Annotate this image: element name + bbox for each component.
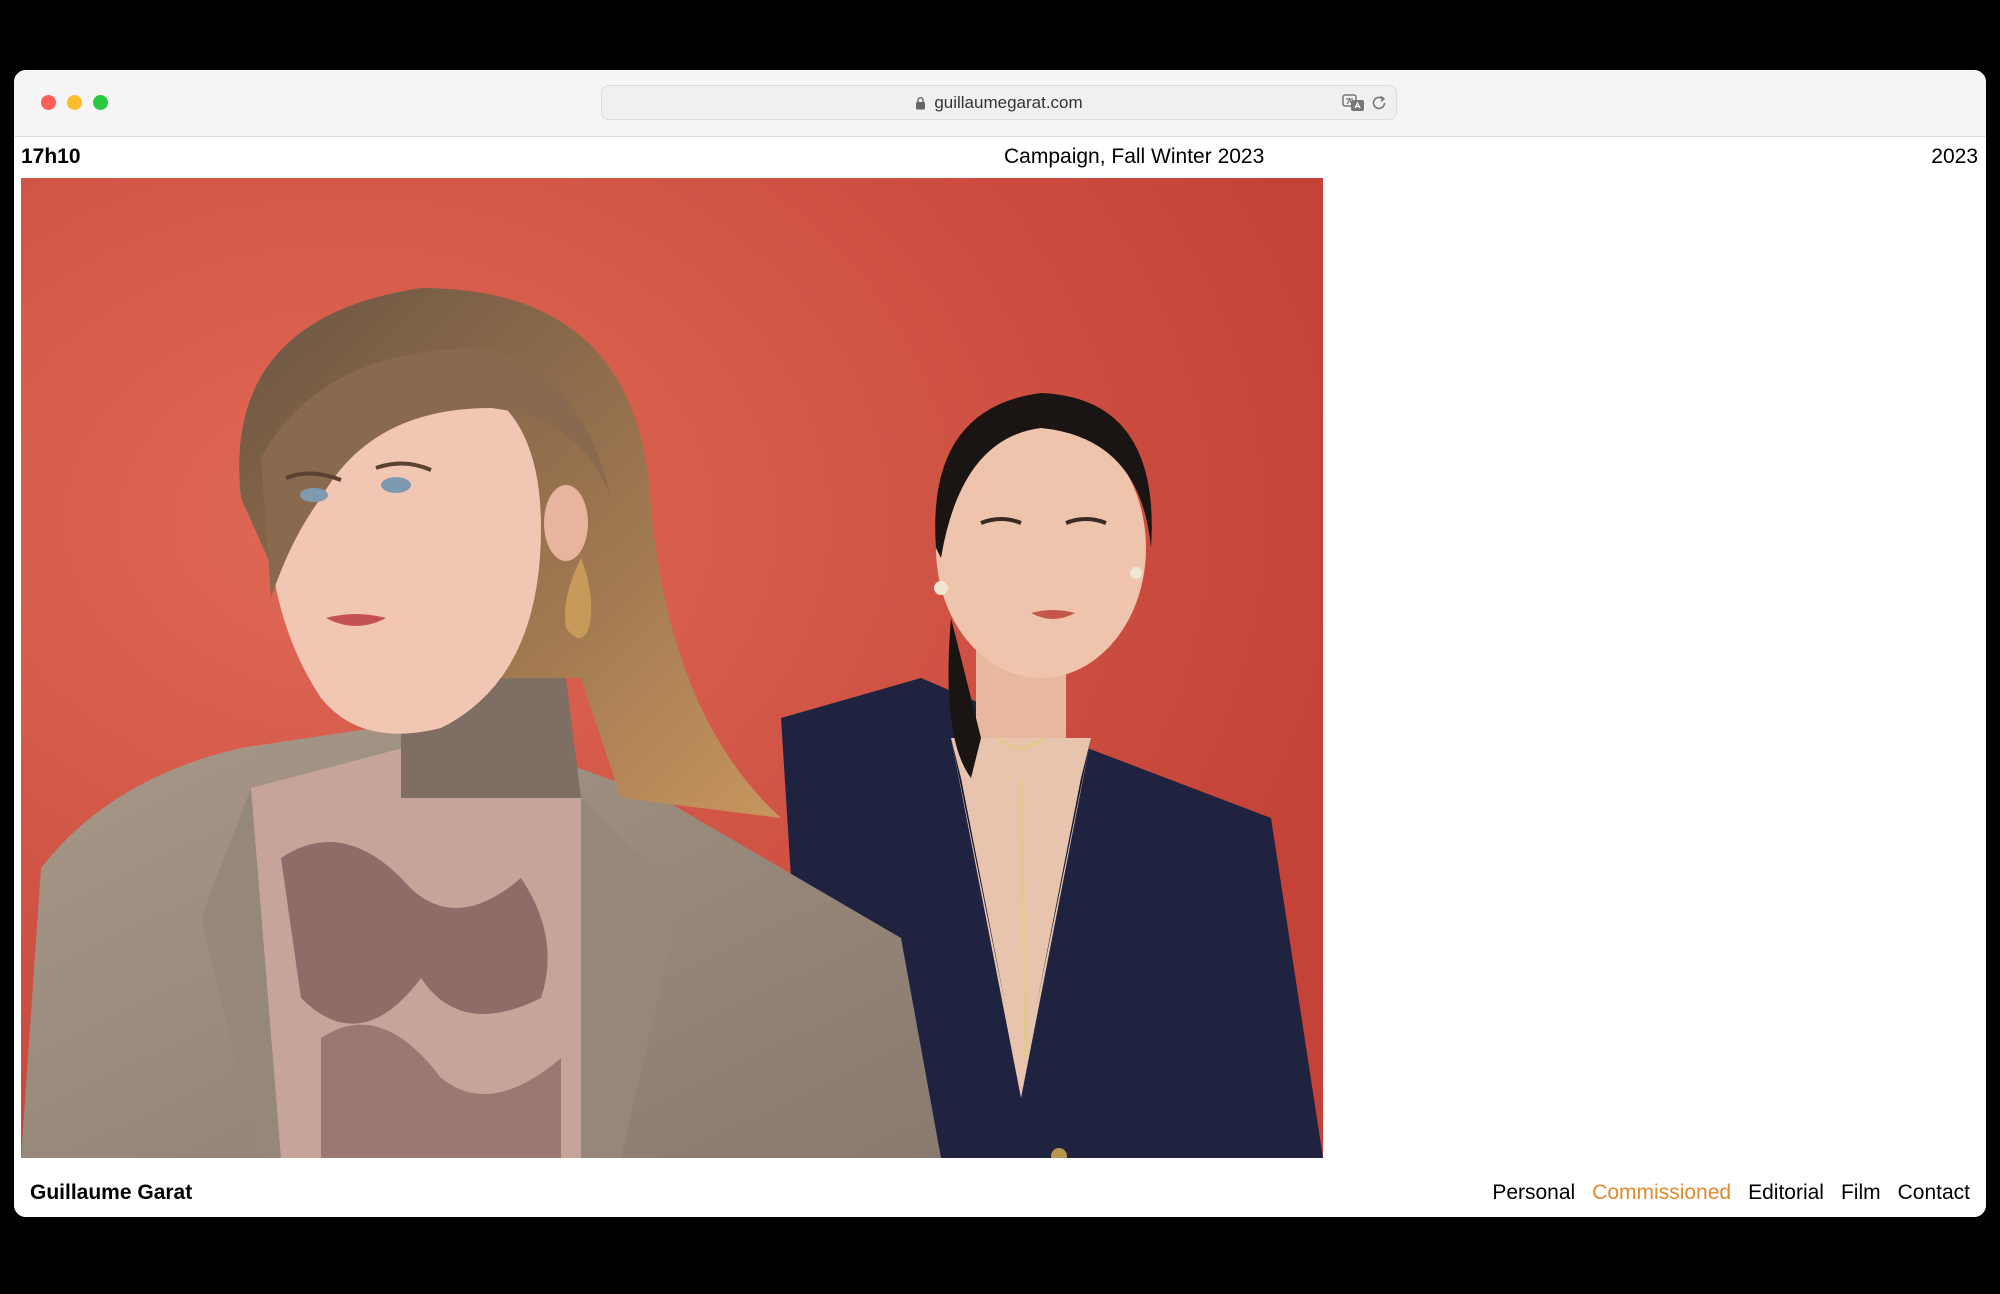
project-brand: 17h10	[21, 145, 81, 168]
web-page: 17h10 Campaign, Fall Winter 2023 2023 Gu…	[14, 137, 1986, 1217]
nav-editorial[interactable]: Editorial	[1748, 1181, 1824, 1205]
nav-contact[interactable]: Contact	[1898, 1181, 1970, 1205]
nav-personal[interactable]: Personal	[1492, 1181, 1575, 1205]
maximize-window-button[interactable]	[93, 95, 108, 110]
browser-window: guillaumegarat.com 17h10 Campaign, Fall …	[14, 70, 1986, 1217]
translate-icon[interactable]	[1342, 93, 1366, 113]
minimize-window-button[interactable]	[67, 95, 82, 110]
browser-titlebar: guillaumegarat.com	[14, 70, 1986, 137]
close-window-button[interactable]	[41, 95, 56, 110]
project-title: Campaign, Fall Winter 2023	[1004, 145, 1265, 168]
campaign-photo[interactable]	[21, 178, 1323, 1158]
lock-icon	[916, 96, 926, 109]
project-year: 2023	[1931, 145, 1978, 168]
nav-commissioned[interactable]: Commissioned	[1592, 1181, 1731, 1205]
site-owner-name[interactable]: Guillaume Garat	[30, 1181, 192, 1205]
url-text: guillaumegarat.com	[934, 92, 1083, 112]
main-nav: Personal Commissioned Editorial Film Con…	[1492, 1181, 1970, 1205]
nav-film[interactable]: Film	[1841, 1181, 1881, 1205]
campaign-photo-illustration	[21, 178, 1323, 1158]
reload-icon[interactable]	[1370, 94, 1388, 112]
address-bar[interactable]: guillaumegarat.com	[601, 85, 1397, 120]
